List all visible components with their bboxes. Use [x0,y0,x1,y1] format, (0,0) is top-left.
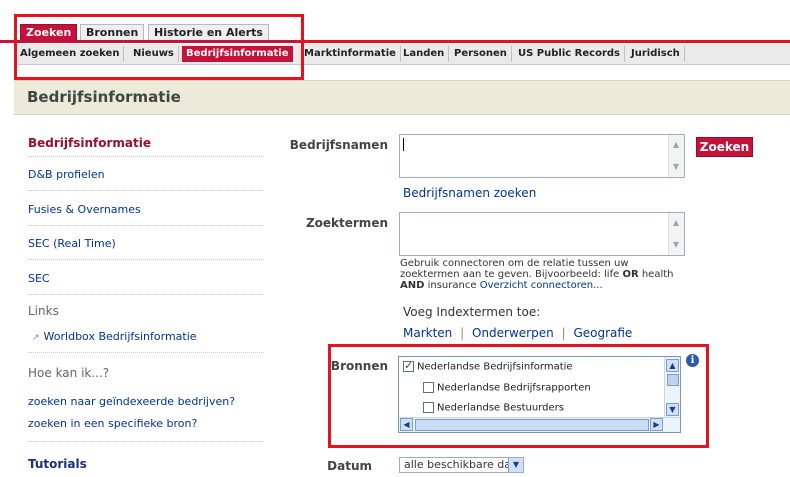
scroll-right-icon[interactable]: ▶ [650,418,663,431]
help-link-indexed-companies[interactable]: zoeken naar geïndexeerde bedrijven? [28,395,264,408]
chevron-down-icon[interactable]: ▼ [508,458,523,472]
sidebar-divider [28,294,264,295]
help-link-specific-source[interactable]: zoeken in een specifieke bron? [28,417,264,430]
checkbox-icon[interactable] [423,402,434,413]
sidebar-divider [28,259,264,260]
text-cursor [403,138,404,151]
date-select-value: alle beschikbare data [404,458,523,471]
company-names-search-link[interactable]: Bedrijfsnamen zoeken [403,186,536,200]
sources-hscrollbar[interactable]: ◀ ▶ [399,417,680,432]
sidebar-link-worldbox[interactable]: ↗ Worldbox Bedrijfsinformatie [32,330,268,343]
sidebar-divider [28,156,264,157]
subtab-us-public-records[interactable]: US Public Records [514,46,625,62]
links-heading: Links [28,304,59,318]
company-names-label: Bedrijfsnamen [289,138,388,152]
source-label: Nederlandse Bestuurders [437,402,564,414]
subtab-juridisch[interactable]: Juridisch [627,46,685,62]
source-label: Nederlandse Bedrijfsinformatie [417,361,573,373]
sidebar-item-fusies-overnames[interactable]: Fusies & Overnames [28,203,264,216]
annotation-line-subtabs [296,40,790,43]
search-button[interactable]: Zoeken [696,137,753,157]
index-terms-links: Markten | Onderwerpen | Geografie [403,326,632,340]
date-select[interactable]: alle beschikbare data ▼ [399,457,524,473]
worldbox-link-label: Worldbox Bedrijfsinformatie [43,330,197,343]
scroll-down-icon[interactable]: ▼ [666,403,679,416]
page-title: Bedrijfsinformatie [27,88,181,106]
help-or: OR [622,269,639,280]
help-text-part: health [641,269,674,280]
scroll-up-icon[interactable]: ▲ [666,359,679,372]
sources-tree[interactable]: Nederlandse Bedrijfsinformatie Nederland… [398,356,681,433]
section-header: Bedrijfsinformatie [14,80,790,115]
search-terms-input[interactable]: ▲ ▼ [399,212,685,256]
connector-help-text: Gebruik connectoren om de relatie tussen… [400,258,680,291]
sidebar-item-db-profielen[interactable]: D&B profielen [28,168,264,181]
scroll-left-icon[interactable]: ◀ [400,418,413,431]
info-icon[interactable]: i [686,354,699,367]
source-label: Nederlandse Bedrijfsrapporten [437,382,591,394]
checkbox-icon[interactable] [423,382,434,393]
help-text-part: insurance [427,280,477,291]
scroll-down-icon[interactable]: ▼ [671,239,681,251]
source-item-nl-bedrijfsinformatie[interactable]: Nederlandse Bedrijfsinformatie [403,359,573,373]
sidebar-divider [28,352,264,353]
sidebar-divider [28,190,264,191]
tutorials-link[interactable]: Tutorials [28,457,264,471]
sidebar-item-bedrijfsinformatie[interactable]: Bedrijfsinformatie [28,136,264,150]
annotation-box-tabs [14,14,304,80]
search-terms-label: Zoektermen [305,216,388,230]
sidebar-divider [28,441,264,442]
help-and: AND [400,280,425,291]
scroll-up-icon[interactable]: ▲ [671,217,681,229]
index-link-markten[interactable]: Markten [403,326,452,340]
sources-vscrollbar[interactable]: ▲ ▼ [664,357,680,419]
company-names-scrollbar[interactable]: ▲ ▼ [668,135,684,177]
separator: | [561,326,566,340]
help-text-part: Gebruik connectoren om de relatie tussen… [400,258,629,280]
company-names-input[interactable]: ▲ ▼ [399,134,685,178]
checkbox-checked-icon[interactable] [403,359,414,372]
subtab-marktinformatie[interactable]: Marktinformatie [300,46,401,62]
separator: | [460,326,465,340]
scroll-down-icon[interactable]: ▼ [671,161,681,173]
source-item-nl-bestuurders[interactable]: Nederlandse Bestuurders [423,402,564,414]
date-label: Datum [327,459,372,473]
sidebar-divider [28,225,264,226]
scroll-up-icon[interactable]: ▲ [671,139,681,151]
search-terms-scrollbar[interactable]: ▲ ▼ [668,213,684,255]
subtab-personen[interactable]: Personen [450,46,512,62]
scroll-thumb[interactable] [667,374,679,386]
connector-overview-link[interactable]: Overzicht connectoren... [480,280,603,291]
scroll-thumb[interactable] [415,419,649,431]
external-link-icon: ↗ [32,333,40,343]
index-link-geografie[interactable]: Geografie [573,326,632,340]
index-link-onderwerpen[interactable]: Onderwerpen [472,326,554,340]
source-item-nl-bedrijfsrapporten[interactable]: Nederlandse Bedrijfsrapporten [423,382,591,394]
subtab-landen[interactable]: Landen [399,46,450,62]
index-terms-label: Voeg Indextermen toe: [403,305,541,319]
sidebar-item-sec-real-time[interactable]: SEC (Real Time) [28,237,264,250]
sidebar-item-sec[interactable]: SEC [28,272,264,285]
help-heading: Hoe kan ik...? [28,366,110,380]
sources-label: Bronnen [330,359,388,373]
